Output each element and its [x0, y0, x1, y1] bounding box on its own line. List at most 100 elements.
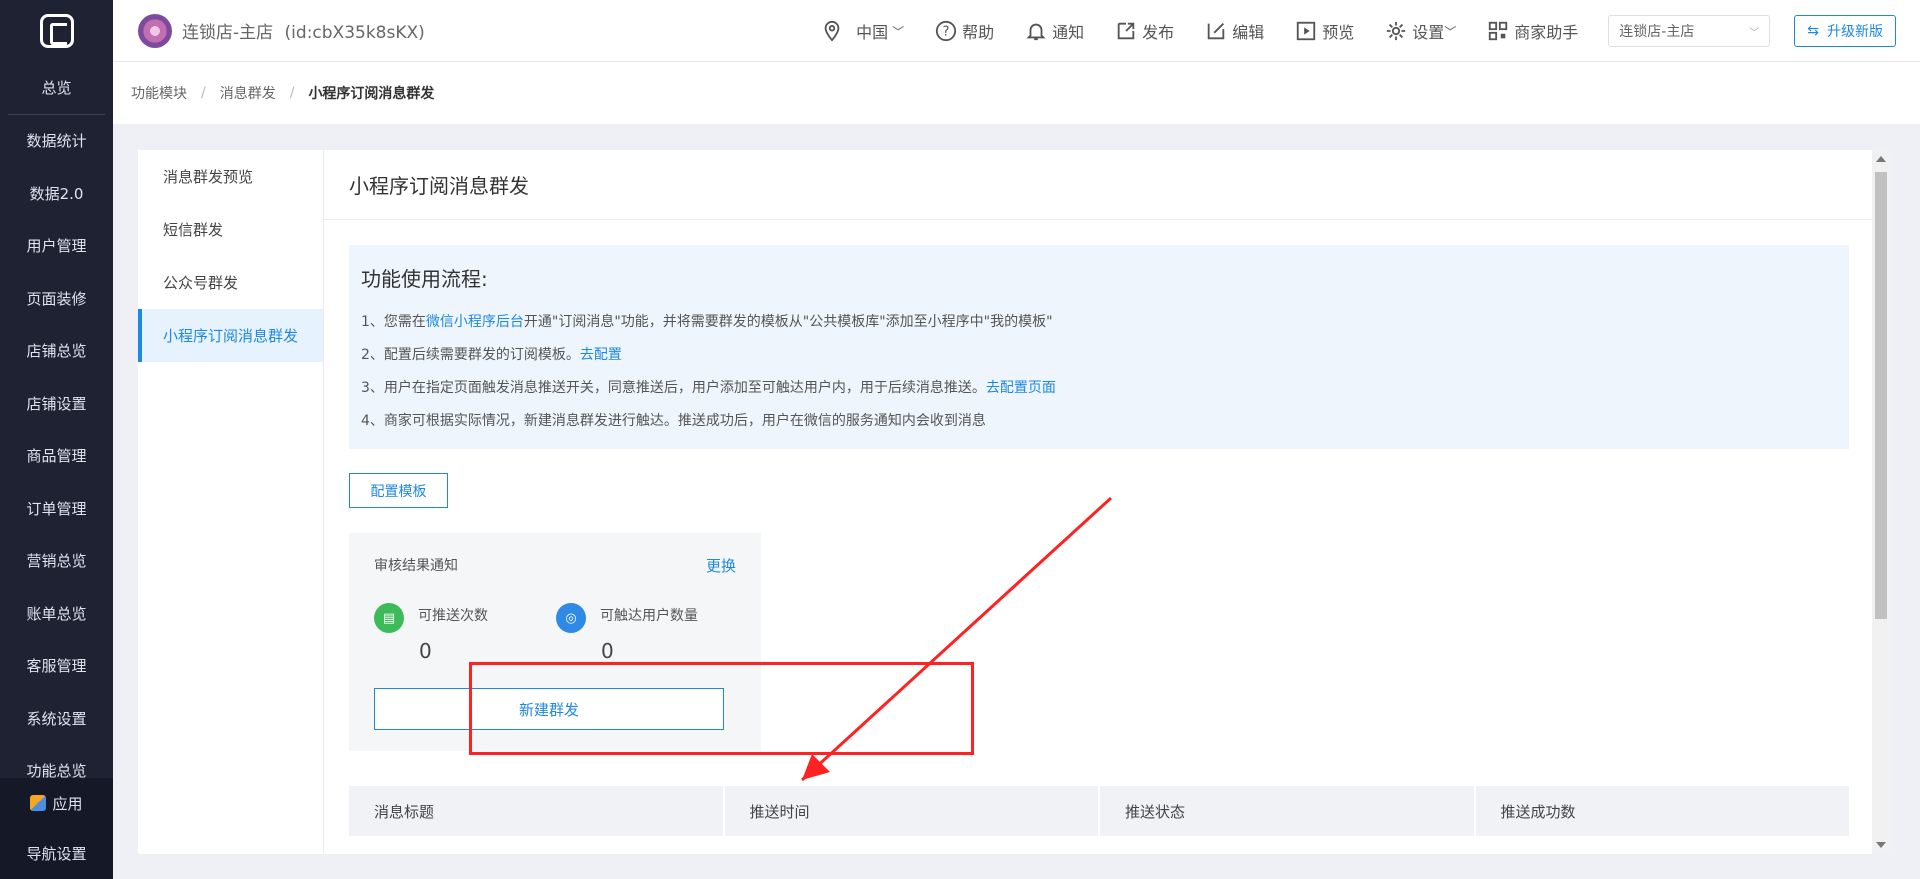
- breadcrumb-item[interactable]: 功能模块: [131, 83, 187, 103]
- breadcrumb-current: 小程序订阅消息群发: [308, 86, 435, 102]
- card-header: 审核结果通知 更换: [374, 555, 736, 576]
- flow-step-text: 2、配置后续需要群发的订阅模板。: [361, 347, 580, 363]
- svg-text:?: ?: [943, 25, 950, 40]
- top-header: 连锁店-主店 (id:cbX35k8sKX) 中国 ﹀ ? 帮助 通知 发布 编…: [113, 0, 1920, 62]
- sidebar-footer: 应用 导航设置: [0, 778, 113, 879]
- flow-step-2: 2、配置后续需要群发的订阅模板。去配置: [361, 339, 1837, 372]
- reachable-users-label: 可触达用户数量: [600, 608, 698, 624]
- config-template-button[interactable]: 配置模板: [349, 473, 448, 508]
- sidebar-item-orders[interactable]: 订单管理: [0, 482, 113, 535]
- subnav-item-miniprogram[interactable]: 小程序订阅消息群发: [138, 309, 323, 362]
- region-selector[interactable]: 中国 ﹀: [820, 19, 904, 43]
- flow-step-1: 1、您需在微信小程序后台开通"订阅消息"功能，并将需要群发的模板从"公共模板库"…: [361, 306, 1837, 339]
- publish-icon: [1114, 19, 1138, 43]
- breadcrumb-separator: /: [201, 85, 206, 101]
- assistant-label: 商家助手: [1514, 23, 1579, 42]
- sidebar-item-store-settings[interactable]: 店铺设置: [0, 377, 113, 430]
- apps-label: 应用: [52, 794, 83, 813]
- main-panel: 消息群发预览 短信群发 公众号群发 小程序订阅消息群发 小程序订阅消息群发 功能…: [138, 150, 1890, 854]
- edit-icon: [1204, 19, 1228, 43]
- breadcrumb-item[interactable]: 消息群发: [220, 83, 276, 103]
- sidebar-item-apps[interactable]: 应用: [0, 778, 113, 828]
- subnav-item-overview[interactable]: 消息群发预览: [138, 150, 323, 203]
- sidebar-item-bills[interactable]: 账单总览: [0, 587, 113, 640]
- sidebar-item-marketing[interactable]: 营销总览: [0, 535, 113, 588]
- sidebar-item-store-overview[interactable]: 店铺总览: [0, 325, 113, 378]
- go-config-page-link[interactable]: 去配置页面: [986, 380, 1056, 396]
- apps-cube-icon: [30, 795, 47, 811]
- sidebar-item-system-settings[interactable]: 系统设置: [0, 692, 113, 745]
- breadcrumb: 功能模块 / 消息群发 / 小程序订阅消息群发: [113, 62, 1920, 124]
- switch-icon: ⇆: [1807, 23, 1819, 39]
- scroll-down-icon[interactable]: [1876, 842, 1886, 848]
- calculator-icon: ▤: [374, 603, 404, 633]
- usage-flow-box: 功能使用流程: 1、您需在微信小程序后台开通"订阅消息"功能，并将需要群发的模板…: [349, 245, 1849, 449]
- vertical-scrollbar[interactable]: [1872, 150, 1890, 854]
- publish-link[interactable]: 发布: [1114, 19, 1174, 43]
- scroll-thumb[interactable]: [1875, 172, 1887, 619]
- template-card: 审核结果通知 更换 ▤ 可推送次数 0 ◎ 可触达用户数量 0 新建群发: [349, 533, 761, 751]
- sidebar-item-nav-settings[interactable]: 导航设置: [0, 828, 113, 878]
- store-title: 连锁店-主店 (id:cbX35k8sKX): [182, 18, 425, 43]
- bell-icon: [1024, 19, 1048, 43]
- flow-step-text: 开通"订阅消息"功能，并将需要群发的模板从"公共模板库"添加至小程序中"我的模板…: [523, 314, 1053, 330]
- sidebar-item-users[interactable]: 用户管理: [0, 220, 113, 273]
- store-name: 连锁店-主店: [182, 23, 274, 43]
- store-avatar: [138, 13, 172, 48]
- app-logo[interactable]: [0, 0, 113, 62]
- flow-title: 功能使用流程:: [361, 267, 488, 291]
- column-header-success-count: 推送成功数: [1500, 802, 1576, 821]
- sidebar-item-data-2[interactable]: 数据2.0: [0, 167, 113, 220]
- store-select-value: 连锁店-主店: [1619, 24, 1695, 40]
- help-link[interactable]: ? 帮助: [934, 19, 994, 43]
- preview-label: 预览: [1322, 23, 1355, 42]
- sub-navigation: 消息群发预览 短信群发 公众号群发 小程序订阅消息群发: [138, 150, 324, 854]
- new-broadcast-button[interactable]: 新建群发: [374, 688, 724, 730]
- change-template-link[interactable]: 更换: [706, 555, 736, 576]
- target-icon: ◎: [556, 603, 586, 633]
- chevron-down-icon: ﹀: [892, 24, 905, 39]
- scroll-up-icon[interactable]: [1876, 156, 1886, 162]
- reachable-users-value: 0: [601, 639, 614, 663]
- sidebar-item-customer-service[interactable]: 客服管理: [0, 640, 113, 693]
- page-title: 小程序订阅消息群发: [324, 150, 1872, 220]
- qrcode-icon: [1486, 19, 1510, 43]
- push-count-value: 0: [419, 639, 432, 663]
- message-table-header: 消息标题 推送时间 推送状态 推送成功数: [349, 786, 1849, 836]
- content-area: 小程序订阅消息群发 功能使用流程: 1、您需在微信小程序后台开通"订阅消息"功能…: [324, 150, 1872, 854]
- store-select[interactable]: 连锁店-主店 ﹀: [1608, 15, 1771, 47]
- upgrade-button[interactable]: ⇆ 升级新版: [1794, 15, 1896, 47]
- sidebar-item-products[interactable]: 商品管理: [0, 430, 113, 483]
- sidebar-item-page-decoration[interactable]: 页面装修: [0, 272, 113, 325]
- wechat-backend-link[interactable]: 微信小程序后台: [426, 314, 524, 330]
- subnav-item-official-account[interactable]: 公众号群发: [138, 256, 323, 309]
- chevron-down-icon: ﹀: [1444, 24, 1457, 39]
- subnav-item-sms[interactable]: 短信群发: [138, 203, 323, 256]
- edit-label: 编辑: [1232, 23, 1265, 42]
- notify-link[interactable]: 通知: [1024, 19, 1084, 43]
- edit-link[interactable]: 编辑: [1204, 19, 1264, 43]
- flow-step-4: 4、商家可根据实际情况，新建消息群发进行触达。推送成功后，用户在微信的服务通知内…: [361, 413, 986, 429]
- go-config-link[interactable]: 去配置: [580, 347, 622, 363]
- gear-icon: [1384, 19, 1408, 43]
- chevron-down-icon: ﹀: [1749, 27, 1760, 39]
- sidebar-item-overview[interactable]: 总览: [8, 62, 105, 115]
- settings-label: 设置: [1412, 23, 1445, 42]
- template-name: 审核结果通知: [374, 558, 458, 574]
- assistant-link[interactable]: 商家助手: [1486, 19, 1578, 43]
- column-header-title: 消息标题: [349, 786, 725, 836]
- sidebar-item-data-stats[interactable]: 数据统计: [0, 115, 113, 168]
- breadcrumb-separator: /: [289, 85, 295, 101]
- flow-step-text: 3、用户在指定页面触发消息推送开关，同意推送后，用户添加至可触达用户内，用于后续…: [361, 380, 986, 396]
- reachable-users-stat: ◎ 可触达用户数量 0: [556, 603, 698, 663]
- logo-icon: [39, 14, 74, 48]
- preview-link[interactable]: 预览: [1294, 19, 1354, 43]
- location-pin-icon: [820, 19, 844, 43]
- store-id: (id:cbX35k8sKX): [284, 23, 425, 43]
- header-nav: 中国 ﹀ ? 帮助 通知 发布 编辑 预览 设置 ﹀ 商家助手 连锁店-主店 ﹀…: [820, 0, 1920, 62]
- settings-menu[interactable]: 设置 ﹀: [1384, 19, 1456, 43]
- flow-step-text: 1、您需在: [361, 314, 426, 330]
- play-icon: [1294, 19, 1318, 43]
- help-icon: ?: [934, 19, 958, 43]
- flow-step-3: 3、用户在指定页面触发消息推送开关，同意推送后，用户添加至可触达用户内，用于后续…: [361, 372, 1837, 405]
